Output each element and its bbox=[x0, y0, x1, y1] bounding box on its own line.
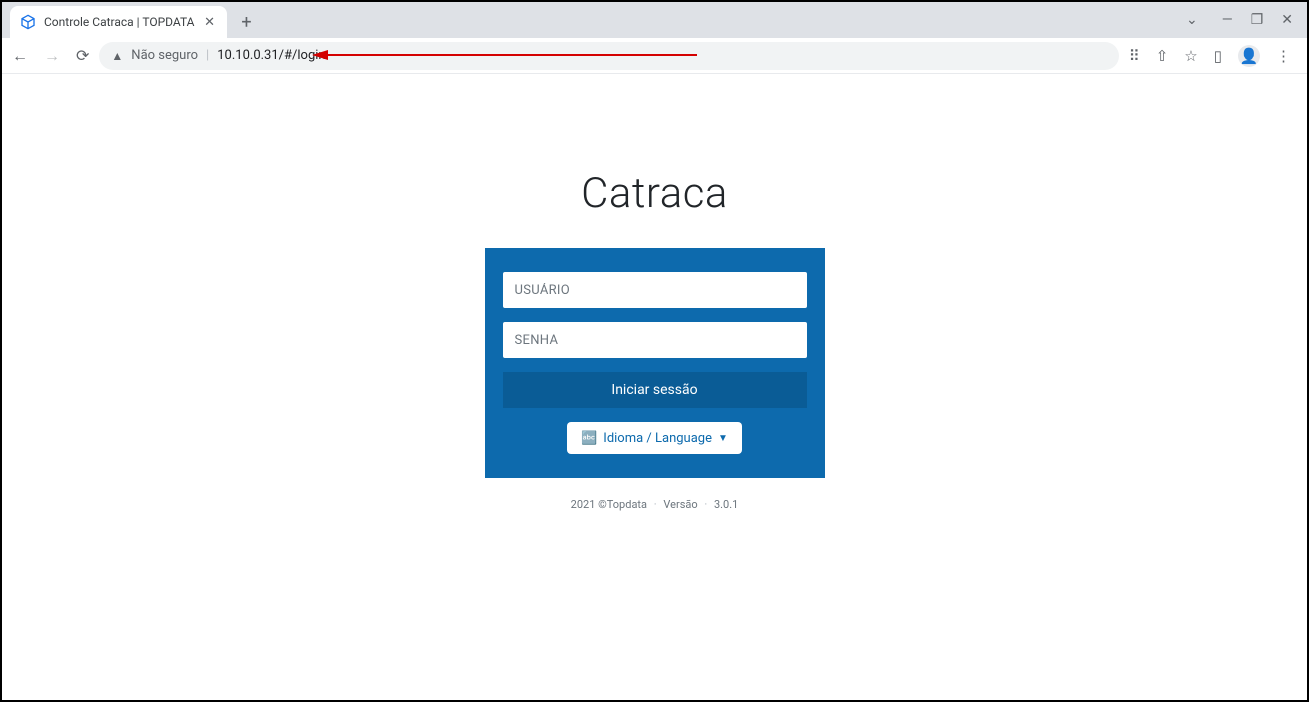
close-window-icon[interactable]: ✕ bbox=[1281, 12, 1293, 28]
kebab-menu-icon[interactable]: ⋮ bbox=[1276, 47, 1291, 65]
window-controls: ⌄ — ❐ ✕ bbox=[1172, 2, 1307, 38]
footer: 2021 ©Topdata · Versão · 3.0.1 bbox=[571, 498, 739, 511]
nav-buttons: ← → ⟳ bbox=[12, 46, 89, 66]
browser-toolbar: ← → ⟳ ▲ Não seguro | 10.10.0.31/#/login … bbox=[2, 38, 1307, 74]
maximize-icon[interactable]: ❐ bbox=[1251, 12, 1264, 28]
url-text: 10.10.0.31/#/login bbox=[217, 48, 325, 63]
panel-icon[interactable]: ▯ bbox=[1214, 47, 1222, 65]
share-icon[interactable]: ⇧ bbox=[1156, 47, 1169, 65]
chevron-down-icon[interactable]: ⌄ bbox=[1186, 12, 1198, 28]
caret-down-icon: ▼ bbox=[718, 433, 728, 444]
minimize-icon[interactable]: — bbox=[1222, 12, 1233, 28]
star-icon[interactable]: ☆ bbox=[1184, 47, 1197, 65]
security-label: Não seguro bbox=[131, 48, 198, 63]
translate-icon[interactable]: ⠿ bbox=[1129, 47, 1140, 65]
cube-icon bbox=[20, 14, 36, 30]
footer-copyright: 2021 ©Topdata bbox=[571, 498, 647, 511]
close-icon[interactable]: ✕ bbox=[203, 15, 217, 29]
tab-title: Controle Catraca | TOPDATA bbox=[44, 15, 195, 29]
reload-icon[interactable]: ⟳ bbox=[76, 46, 89, 65]
footer-version: 3.0.1 bbox=[714, 498, 738, 511]
language-label: Idioma / Language bbox=[603, 431, 712, 446]
language-wrap: 🔤 Idioma / Language ▼ bbox=[503, 422, 807, 454]
separator: | bbox=[206, 48, 209, 63]
username-input[interactable] bbox=[503, 272, 807, 308]
translate-icon: 🔤 bbox=[581, 431, 597, 446]
page-content: Catraca Iniciar sessão 🔤 Idioma / Langua… bbox=[2, 74, 1307, 511]
footer-version-label: Versão bbox=[663, 498, 697, 511]
new-tab-button[interactable]: + bbox=[233, 8, 261, 36]
back-icon[interactable]: ← bbox=[12, 46, 28, 66]
forward-icon[interactable]: → bbox=[44, 46, 60, 66]
browser-tab[interactable]: Controle Catraca | TOPDATA ✕ bbox=[10, 6, 227, 38]
login-card: Iniciar sessão 🔤 Idioma / Language ▼ bbox=[485, 248, 825, 478]
profile-icon[interactable]: 👤 bbox=[1238, 45, 1260, 67]
browser-tab-strip: Controle Catraca | TOPDATA ✕ + bbox=[2, 2, 1307, 38]
language-button[interactable]: 🔤 Idioma / Language ▼ bbox=[567, 422, 742, 454]
toolbar-actions: ⠿ ⇧ ☆ ▯ 👤 ⋮ bbox=[1129, 45, 1297, 67]
address-bar[interactable]: ▲ Não seguro | 10.10.0.31/#/login bbox=[99, 42, 1118, 70]
warning-icon: ▲ bbox=[111, 49, 123, 63]
password-input[interactable] bbox=[503, 322, 807, 358]
login-button[interactable]: Iniciar sessão bbox=[503, 372, 807, 408]
page-title: Catraca bbox=[581, 169, 728, 218]
